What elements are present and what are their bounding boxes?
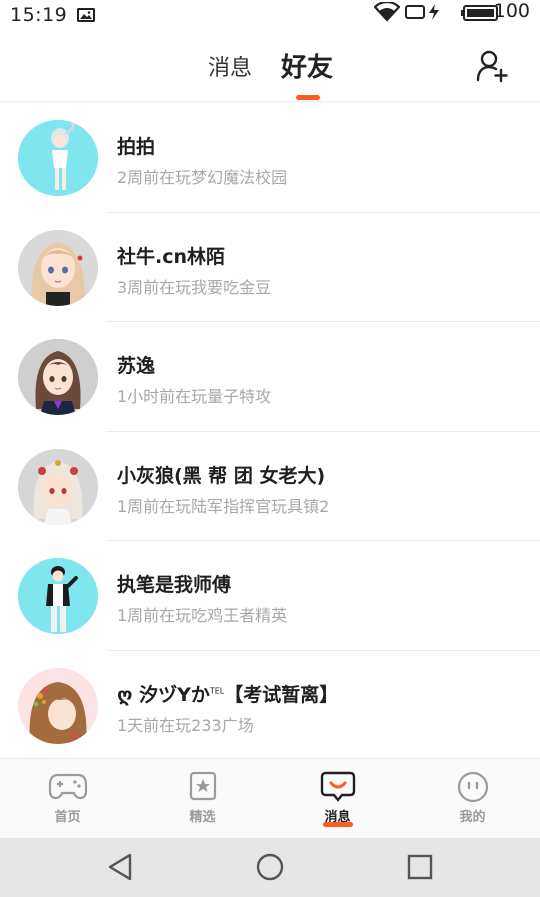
nav-profile-label: 我的 [459, 810, 486, 825]
active-nav-indicator [323, 822, 353, 827]
friend-name: 社牛.cn林陌 [117, 245, 226, 268]
tab-friends[interactable]: 好友 [281, 47, 333, 84]
header-tabs: 消息 好友 [0, 32, 540, 102]
star-card-icon [189, 771, 216, 801]
wifi-icon [374, 2, 400, 22]
status-bar: 15:19 100 [0, 0, 540, 32]
avatar[interactable] [18, 667, 98, 744]
friend-row[interactable]: 苏逸 1小时前在玩量子特攻 [0, 322, 540, 432]
active-tab-indicator [296, 95, 320, 100]
nav-profile[interactable]: 我的 [405, 759, 540, 839]
chat-bubble-icon [320, 771, 355, 802]
friend-status: 1小时前在玩量子特攻 [117, 387, 272, 406]
sim-icon [405, 5, 425, 19]
friend-name: 苏逸 [117, 355, 156, 377]
friend-name: 拍拍 [117, 136, 156, 158]
gamepad-icon [48, 773, 87, 800]
friend-row[interactable]: 拍拍 2周前在玩梦幻魔法校园 [0, 103, 540, 213]
nav-featured-label: 精选 [189, 810, 216, 825]
battery-icon [461, 5, 498, 21]
avatar[interactable] [18, 558, 98, 634]
friend-list: 拍拍 2周前在玩梦幻魔法校园 社牛.cn林陌 3周前在玩我要吃金豆 苏逸 1小时… [0, 103, 540, 758]
smiley-icon [457, 771, 488, 803]
image-notification-icon [77, 8, 95, 22]
friend-status: 3周前在玩我要吃金豆 [117, 277, 272, 297]
tab-messages[interactable]: 消息 [208, 50, 252, 82]
status-time: 15:19 [10, 4, 68, 26]
friend-status: 1周前在玩陆军指挥官玩具镇2 [117, 496, 330, 516]
bottom-nav: 首页 精选 消息 我的 [0, 758, 540, 838]
nav-home-label: 首页 [54, 810, 81, 825]
tel-superscript: TEL [209, 686, 225, 696]
recents-icon[interactable] [406, 852, 434, 882]
friend-name: ღ 汐ヅYかTEL【考试暂离】 [117, 683, 339, 706]
friend-status: 2周前在玩梦幻魔法校园 [117, 168, 288, 187]
friend-status: 1周前在玩吃鸡王者精英 [117, 606, 288, 625]
home-icon[interactable] [255, 852, 285, 882]
back-icon[interactable] [106, 852, 134, 882]
friend-row[interactable]: ღ 汐ヅYかTEL【考试暂离】 1天前在玩233广场 [0, 651, 540, 759]
avatar[interactable] [18, 120, 98, 196]
system-nav-bar [0, 838, 540, 897]
avatar[interactable] [18, 448, 98, 525]
battery-level: 100 [493, 0, 530, 22]
add-friend-icon[interactable] [474, 48, 510, 84]
friend-row[interactable]: 社牛.cn林陌 3周前在玩我要吃金豆 [0, 213, 540, 322]
nav-featured[interactable]: 精选 [135, 759, 270, 839]
avatar[interactable] [18, 229, 98, 306]
charging-icon [429, 4, 439, 20]
friend-row[interactable]: 执笔是我师傅 1周前在玩吃鸡王者精英 [0, 541, 540, 651]
nav-messages[interactable]: 消息 [270, 759, 405, 839]
friend-name: 执笔是我师傅 [117, 574, 232, 596]
friend-row[interactable]: 小灰狼(黑 帮 团 女老大) 1周前在玩陆军指挥官玩具镇2 [0, 432, 540, 541]
nav-home[interactable]: 首页 [0, 759, 135, 839]
friend-name: 小灰狼(黑 帮 团 女老大) [117, 464, 326, 487]
friend-status: 1天前在玩233广场 [117, 715, 254, 735]
avatar[interactable] [18, 339, 98, 415]
